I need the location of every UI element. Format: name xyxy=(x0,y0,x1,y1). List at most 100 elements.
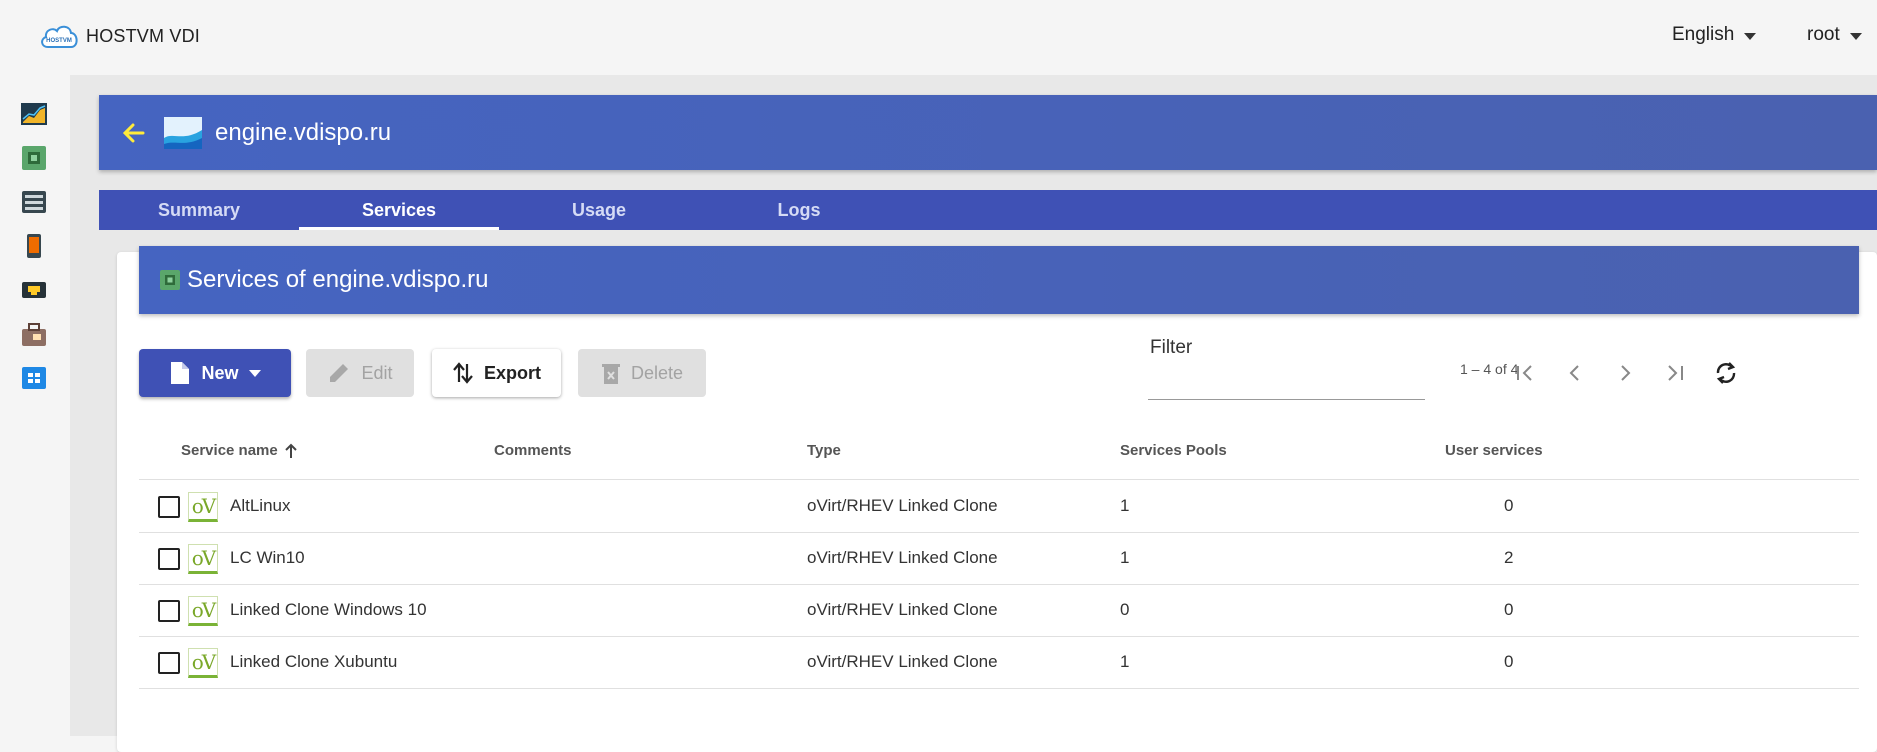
pools-cell: 1 xyxy=(1120,548,1130,567)
column-user-services[interactable]: User services xyxy=(1445,442,1543,459)
user-services-cell: 0 xyxy=(1504,600,1514,619)
user-services-cell: 0 xyxy=(1504,496,1514,515)
column-label: Type xyxy=(807,442,841,459)
ovirt-icon: oV xyxy=(188,648,218,678)
nav-apps[interactable] xyxy=(20,364,48,392)
nav-dashboard[interactable] xyxy=(20,100,48,128)
column-label: Comments xyxy=(494,442,572,459)
column-services-pools[interactable]: Services Pools xyxy=(1120,442,1227,459)
table-row[interactable]: oV Linked Clone Xubuntu oVirt/RHEV Linke… xyxy=(139,637,1859,689)
panel-header: Services of engine.vdispo.ru xyxy=(139,246,1859,314)
arrow-up-icon xyxy=(285,443,297,458)
first-page-icon xyxy=(1517,365,1532,381)
tab-logs[interactable]: Logs xyxy=(699,190,899,230)
table-header: Service name Comments Type Services Pool… xyxy=(139,422,1859,480)
network-icon xyxy=(22,282,46,298)
mobile-device-icon xyxy=(27,234,41,258)
swap-vertical-icon xyxy=(453,362,473,384)
main-content: engine.vdispo.ru Summary Services Usage … xyxy=(70,75,1877,752)
edit-button[interactable]: Edit xyxy=(306,349,414,397)
pencil-icon xyxy=(330,364,349,382)
row-checkbox[interactable] xyxy=(158,600,180,622)
provider-image-icon xyxy=(164,116,202,149)
next-page-button[interactable] xyxy=(1609,357,1641,389)
type-cell: oVirt/RHEV Linked Clone xyxy=(807,496,998,515)
edit-button-label: Edit xyxy=(361,362,393,383)
tab-usage[interactable]: Usage xyxy=(499,190,699,230)
service-name-cell: Linked Clone Windows 10 xyxy=(230,600,427,619)
pools-cell: 1 xyxy=(1120,496,1130,515)
type-cell: oVirt/RHEV Linked Clone xyxy=(807,548,998,567)
column-service-name[interactable]: Service name xyxy=(181,442,298,459)
service-name-cell: Linked Clone Xubuntu xyxy=(230,652,398,671)
filter-input[interactable] xyxy=(1148,372,1425,400)
user-label: root xyxy=(1807,24,1840,45)
chevron-left-icon xyxy=(1569,365,1579,381)
delete-button-label: Delete xyxy=(630,362,684,383)
ovirt-icon: oV xyxy=(188,544,218,574)
pools-cell: 0 xyxy=(1120,600,1130,619)
chevron-down-icon xyxy=(1849,32,1862,40)
toolbox-icon xyxy=(22,323,46,346)
server-icon xyxy=(22,191,46,213)
table-row[interactable]: oV Linked Clone Windows 10 oVirt/RHEV Li… xyxy=(139,585,1859,637)
services-chip-icon xyxy=(160,270,180,290)
nav-devices[interactable] xyxy=(20,232,48,260)
services-panel: Services of engine.vdispo.ru New Edit Ex… xyxy=(117,246,1877,752)
table-row[interactable]: oV AltLinux oVirt/RHEV Linked Clone 1 0 xyxy=(139,481,1859,533)
refresh-icon xyxy=(1716,362,1736,384)
ovirt-icon: oV xyxy=(188,596,218,626)
export-button-label: Export xyxy=(483,362,541,383)
first-page-button[interactable] xyxy=(1509,357,1541,389)
chevron-down-icon xyxy=(248,369,261,377)
user-services-cell: 0 xyxy=(1504,652,1514,671)
chevron-down-icon xyxy=(1744,32,1757,40)
row-checkbox[interactable] xyxy=(158,548,180,570)
nav-tools[interactable] xyxy=(20,320,48,348)
page-title: engine.vdispo.ru xyxy=(215,118,392,146)
new-button-label: New xyxy=(201,362,239,383)
user-menu[interactable]: root xyxy=(1807,24,1862,46)
service-name-cell: LC Win10 xyxy=(230,548,305,567)
refresh-button[interactable] xyxy=(1710,357,1742,389)
dashboard-chart-icon xyxy=(21,103,47,125)
column-label: Services Pools xyxy=(1120,442,1227,459)
service-name-cell: AltLinux xyxy=(230,496,291,515)
top-bar: HOSTVM HOSTVM VDI English root xyxy=(0,0,1877,72)
nav-services[interactable] xyxy=(20,144,48,172)
brand[interactable]: HOSTVM HOSTVM VDI xyxy=(38,20,200,52)
brand-text: HOSTVM VDI xyxy=(86,25,201,46)
file-icon xyxy=(171,362,190,384)
row-checkbox[interactable] xyxy=(158,496,180,518)
nav-network[interactable] xyxy=(20,276,48,304)
back-arrow-icon[interactable] xyxy=(121,120,147,146)
export-button[interactable]: Export xyxy=(432,349,561,397)
prev-page-button[interactable] xyxy=(1559,357,1591,389)
row-checkbox[interactable] xyxy=(158,652,180,674)
apps-grid-icon xyxy=(22,367,46,389)
nav-servers[interactable] xyxy=(20,188,48,216)
last-page-button[interactable] xyxy=(1659,357,1691,389)
pools-cell: 1 xyxy=(1120,652,1130,671)
user-services-cell: 2 xyxy=(1504,548,1514,567)
last-page-icon xyxy=(1668,365,1683,381)
tab-summary[interactable]: Summary xyxy=(99,190,299,230)
column-comments[interactable]: Comments xyxy=(494,442,572,459)
type-cell: oVirt/RHEV Linked Clone xyxy=(807,652,998,671)
delete-button[interactable]: Delete xyxy=(578,349,706,397)
column-type[interactable]: Type xyxy=(807,442,841,459)
tab-bar: Summary Services Usage Logs xyxy=(99,190,1877,230)
table-row[interactable]: oV LC Win10 oVirt/RHEV Linked Clone 1 2 xyxy=(139,533,1859,585)
services-chip-icon xyxy=(22,146,46,170)
ovirt-icon: oV xyxy=(188,492,218,522)
panel-title: Services of engine.vdispo.ru xyxy=(187,266,489,293)
type-cell: oVirt/RHEV Linked Clone xyxy=(807,600,998,619)
svg-text:HOSTVM: HOSTVM xyxy=(46,38,72,44)
trash-icon xyxy=(601,364,620,384)
language-selector[interactable]: English xyxy=(1672,24,1757,46)
tab-services[interactable]: Services xyxy=(299,190,499,230)
cloud-logo-icon: HOSTVM xyxy=(41,25,78,48)
column-label: Service name xyxy=(181,442,278,459)
language-label: English xyxy=(1672,24,1735,45)
new-button[interactable]: New xyxy=(139,349,291,397)
